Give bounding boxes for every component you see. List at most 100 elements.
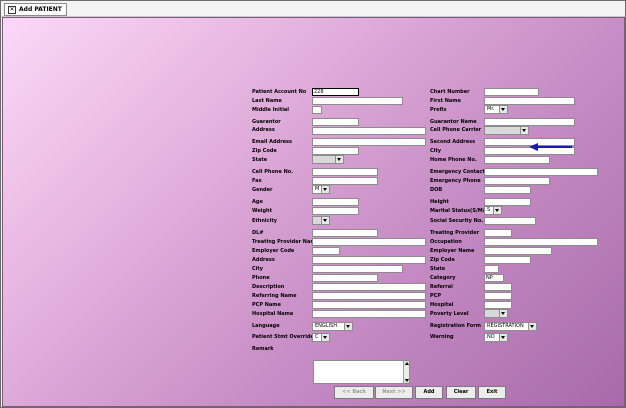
back-button[interactable]: << Back xyxy=(334,386,374,399)
last-name-input[interactable] xyxy=(312,97,403,105)
cell-phone-input[interactable] xyxy=(312,168,378,176)
patient-stmt-override-select[interactable]: C xyxy=(312,333,330,342)
age-input[interactable] xyxy=(312,198,359,206)
chevron-down-icon[interactable] xyxy=(499,310,507,317)
chevron-down-icon[interactable] xyxy=(321,217,329,224)
registration-form-label: Registration Form xyxy=(430,323,481,329)
emergency-contact-input[interactable] xyxy=(484,168,598,176)
fax-input[interactable] xyxy=(312,177,378,185)
pcp-name-label: PCP Name xyxy=(252,302,281,308)
referral-input[interactable] xyxy=(484,283,512,291)
hospital-input[interactable] xyxy=(484,301,512,309)
marital-status-label: Marital Status(S/M/D) xyxy=(430,208,491,214)
employer-name-label: Employer Name xyxy=(430,248,475,254)
zip-code-input[interactable] xyxy=(312,147,359,155)
emergency-phone-label: Emergency Phone xyxy=(430,178,481,184)
employer-state-input[interactable] xyxy=(484,265,499,273)
ethnicity-label: Ethnicity xyxy=(252,218,277,224)
employer-city-input[interactable] xyxy=(312,265,403,273)
hospital-name-input[interactable] xyxy=(312,310,426,318)
prefix-select[interactable]: Mr. xyxy=(484,105,508,114)
guarantor-label: Guarantor xyxy=(252,119,281,125)
category-input[interactable]: NP xyxy=(484,274,504,282)
email-address-label: Email Address xyxy=(252,139,293,145)
poverty-level-label: Poverty Level xyxy=(430,311,469,317)
ethnicity-select[interactable] xyxy=(312,216,330,225)
weight-input[interactable] xyxy=(312,207,359,215)
warning-select[interactable]: NO xyxy=(484,333,508,342)
height-input[interactable] xyxy=(484,198,531,206)
remark-scrollbar[interactable] xyxy=(403,361,409,383)
next-button[interactable]: Next >> xyxy=(375,386,413,399)
state-select[interactable] xyxy=(312,155,344,164)
chevron-down-icon[interactable] xyxy=(493,207,501,214)
last-name-label: Last Name xyxy=(252,98,282,104)
referral-label: Referral xyxy=(430,284,453,290)
scroll-up-icon[interactable] xyxy=(404,361,409,366)
pcp-name-input[interactable] xyxy=(312,301,426,309)
close-icon[interactable]: ✕ xyxy=(8,5,16,14)
language-value: ENGLISH xyxy=(315,323,337,329)
add-button[interactable]: Add xyxy=(415,386,443,399)
tab-add-patient[interactable]: ✕ Add PATIENT xyxy=(4,3,67,16)
treating-provider-label: Treating Provider xyxy=(430,230,480,236)
chevron-down-icon[interactable] xyxy=(520,127,528,134)
description-input[interactable] xyxy=(312,283,426,291)
patient-account-no-input[interactable]: 228 xyxy=(312,88,359,96)
remark-textarea[interactable] xyxy=(313,360,410,384)
dob-input[interactable] xyxy=(484,186,531,194)
gender-select[interactable]: M xyxy=(312,185,330,194)
language-label: Language xyxy=(252,323,280,329)
annotation-arrow-icon xyxy=(529,143,572,151)
chevron-down-icon[interactable] xyxy=(499,106,507,113)
employer-name-input[interactable] xyxy=(484,247,552,255)
pcp-input[interactable] xyxy=(484,292,512,300)
guarantor-name-input[interactable] xyxy=(484,118,575,126)
cell-phone-carrier-select[interactable] xyxy=(484,126,529,135)
dl-input[interactable] xyxy=(312,229,378,237)
ssn-input[interactable] xyxy=(484,217,536,225)
employer-address-label: Address xyxy=(252,257,275,263)
treating-provider-name-input[interactable] xyxy=(312,238,426,246)
employer-code-input[interactable] xyxy=(312,247,340,255)
chevron-down-icon[interactable] xyxy=(499,334,507,341)
patient-stmt-override-value: C xyxy=(315,334,319,340)
employer-zip-input[interactable] xyxy=(484,256,531,264)
referring-name-input[interactable] xyxy=(312,292,426,300)
first-name-input[interactable] xyxy=(484,97,575,105)
chevron-down-icon[interactable] xyxy=(321,334,329,341)
employer-address-input[interactable] xyxy=(312,256,426,264)
language-select[interactable]: ENGLISH xyxy=(312,322,353,331)
scroll-down-icon[interactable] xyxy=(404,378,409,383)
chart-number-label: Chart Number xyxy=(430,89,470,95)
chevron-down-icon[interactable] xyxy=(321,186,329,193)
poverty-level-select[interactable] xyxy=(484,309,508,318)
marital-status-select[interactable]: S xyxy=(484,206,502,215)
patient-account-no-label: Patient Account No xyxy=(252,89,307,95)
email-address-input[interactable] xyxy=(312,138,426,146)
clear-button[interactable]: Clear xyxy=(446,386,476,399)
exit-button[interactable]: Exit xyxy=(478,386,506,399)
phone-input[interactable] xyxy=(312,274,378,282)
cell-phone-carrier-label: Cell Phone Carrier xyxy=(430,127,482,133)
guarantor-input[interactable] xyxy=(312,118,359,126)
home-phone-input[interactable] xyxy=(484,156,550,164)
form-panel: Patient Account No Last Name Middle Init… xyxy=(2,17,625,407)
age-label: Age xyxy=(252,199,263,205)
chevron-down-icon[interactable] xyxy=(344,323,352,330)
registration-form-select[interactable]: REGISTRATION xyxy=(484,322,537,331)
employer-city-label: City xyxy=(252,266,264,272)
category-label: Category xyxy=(430,275,456,281)
middle-initial-input[interactable] xyxy=(312,106,322,114)
emergency-phone-input[interactable] xyxy=(484,177,550,185)
warning-value: NO xyxy=(487,334,495,340)
zip-code-label: Zip Code xyxy=(252,148,277,154)
chevron-down-icon[interactable] xyxy=(335,156,343,163)
treating-provider-input[interactable] xyxy=(484,229,512,237)
chart-number-input[interactable] xyxy=(484,88,539,96)
chevron-down-icon[interactable] xyxy=(528,323,536,330)
gender-label: Gender xyxy=(252,187,273,193)
address-input[interactable] xyxy=(312,127,426,135)
occupation-input[interactable] xyxy=(484,238,598,246)
remark-label: Remark xyxy=(252,346,274,352)
